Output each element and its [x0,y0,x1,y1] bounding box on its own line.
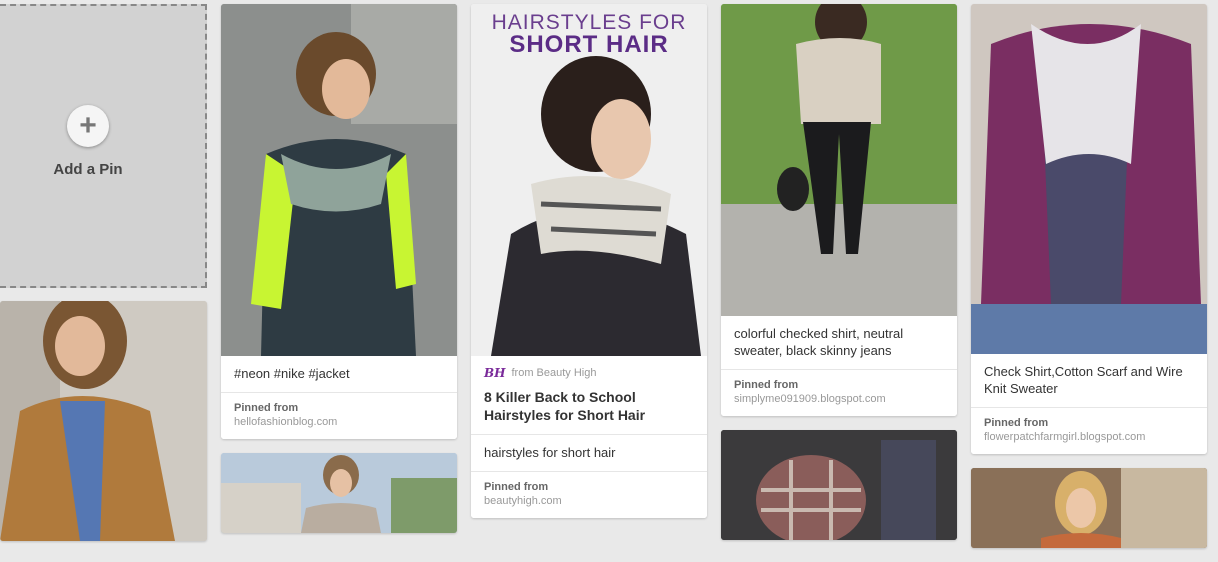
pinned-from[interactable]: Pinned from simplyme091909.blogspot.com [721,370,957,416]
pin-image[interactable] [221,453,457,533]
pin-source-link[interactable]: flowerpatchfarmgirl.blogspot.com [984,431,1194,443]
pinned-from[interactable]: Pinned from beautyhigh.com [471,472,707,518]
pin-card-neon-jacket[interactable]: #neon #nike #jacket Pinned from hellofas… [221,4,457,439]
person-cardigan-image [0,301,207,541]
pin-description: hairstyles for short hair [471,435,707,472]
pin-image[interactable] [721,430,957,540]
image-title-overlay: HAIRSTYLES FOR SHORT HAIR [471,12,707,58]
pin-card-blonde-scarf[interactable] [971,468,1207,548]
pinned-from-label: Pinned from [484,481,549,493]
from-source-row[interactable]: BH from Beauty High [471,356,707,380]
pin-card-checked-shirt[interactable]: colorful checked shirt, neutral sweater,… [721,4,957,416]
pin-description: Check Shirt,Cotton Scarf and Wire Knit S… [971,354,1207,408]
overlay-line-2: SHORT HAIR [509,31,669,58]
pin-card-plaid-scarf[interactable] [721,430,957,540]
beauty-high-logo-icon: BH [484,366,506,380]
pin-image[interactable] [721,4,957,316]
plus-icon[interactable]: + [67,105,109,147]
person-outdoor-image [221,453,457,533]
person-blonde-image [971,468,1207,548]
pinned-from-label: Pinned from [734,379,799,391]
pinned-from[interactable]: Pinned from flowerpatchfarmgirl.blogspot… [971,408,1207,454]
pinned-from-label: Pinned from [984,417,1049,429]
pin-image[interactable] [221,4,457,356]
person-checked-shirt-image [721,4,957,316]
pin-source-link[interactable]: simplyme091909.blogspot.com [734,393,944,405]
person-purple-sweater-image [971,4,1207,354]
pin-card-cardigan[interactable] [0,301,207,541]
pin-image[interactable] [971,4,1207,354]
pin-source-link[interactable]: hellofashionblog.com [234,416,444,428]
pin-source-link[interactable]: beautyhigh.com [484,495,694,507]
pin-card-bob-hair[interactable] [221,453,457,533]
pin-image[interactable]: HAIRSTYLES FOR SHORT HAIR [471,4,707,356]
pin-card-scarf-sweater[interactable]: Check Shirt,Cotton Scarf and Wire Knit S… [971,4,1207,454]
pin-rich-title[interactable]: 8 Killer Back to School Hairstyles for S… [471,380,707,435]
pin-description: colorful checked shirt, neutral sweater,… [721,316,957,370]
pinned-from[interactable]: Pinned from hellofashionblog.com [221,393,457,439]
pinned-from-label: Pinned from [234,402,299,414]
from-source-text[interactable]: from Beauty High [511,367,596,379]
pin-image[interactable] [0,301,207,541]
plaid-scarf-image [721,430,957,540]
pin-card-short-hair[interactable]: HAIRSTYLES FOR SHORT HAIR BH from Beauty… [471,4,707,518]
pin-description: #neon #nike #jacket [221,356,457,393]
person-neon-jacket-image [221,4,457,356]
pin-image[interactable] [971,468,1207,548]
add-pin-label: Add a Pin [53,161,123,178]
add-pin-tile[interactable]: + Add a Pin [0,4,207,288]
